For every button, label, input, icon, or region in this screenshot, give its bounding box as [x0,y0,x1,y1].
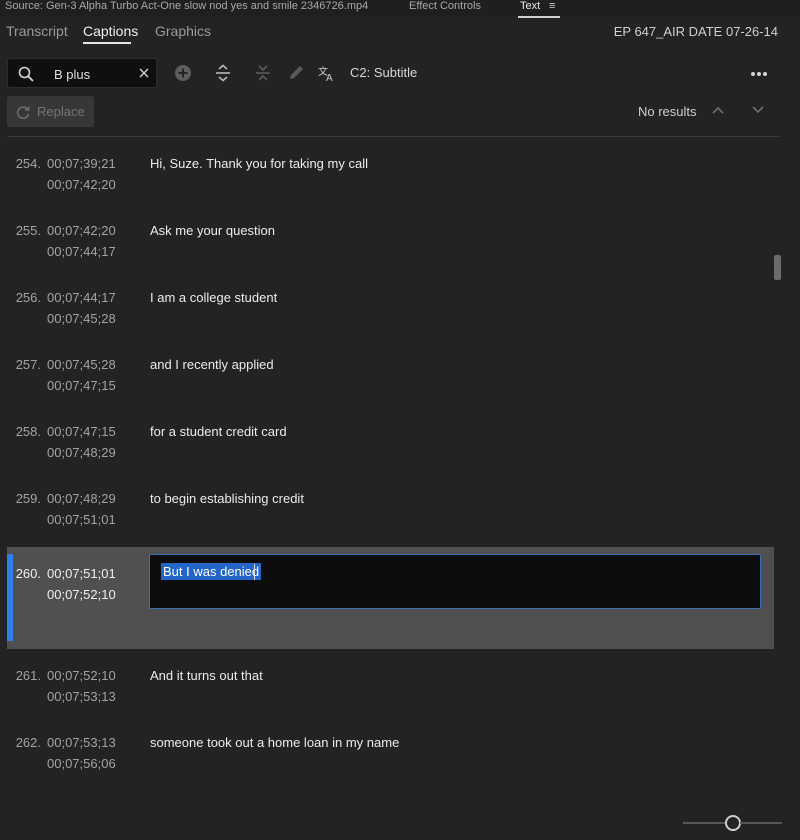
zoom-slider-track[interactable] [683,822,725,824]
panel-footer [0,799,800,840]
caption-number: 254. [15,156,41,171]
caption-text[interactable]: And it turns out that [150,668,263,683]
caption-in-time[interactable]: 00;07;39;21 [47,156,116,171]
caption-text-editor[interactable]: But I was denied [149,554,761,609]
search-icon [18,66,34,82]
caption-out-time[interactable]: 00;07;42;20 [47,177,116,192]
search-results-status: No results [638,104,697,119]
replace-button[interactable]: Replace [7,96,94,127]
active-tab-indicator [83,42,131,44]
caption-row[interactable]: 255. 00;07;42;20 00;07;44;17 Ask me your… [7,204,774,271]
search-box[interactable] [7,58,157,88]
caption-text[interactable]: Ask me your question [150,223,275,238]
svg-text:A: A [326,73,333,82]
caption-text[interactable]: someone took out a home loan in my name [150,735,399,750]
caption-out-time[interactable]: 00;07;44;17 [47,244,116,259]
captions-scrollbar[interactable] [774,137,782,799]
clear-icon[interactable] [138,67,150,79]
caption-number: 262. [15,735,41,750]
caption-out-time[interactable]: 00;07;47;15 [47,378,116,393]
caption-track-label[interactable]: C2: Subtitle [350,65,417,80]
caption-text-selected[interactable]: But I was denied [161,563,262,580]
caption-in-time[interactable]: 00;07;52;10 [47,668,116,683]
caption-number: 259. [15,491,41,506]
merge-captions-icon[interactable] [254,64,272,82]
caption-row[interactable]: 261. 00;07;52;10 00;07;53;13 And it turn… [7,649,774,716]
captions-list: 254. 00;07;39;21 00;07;42;20 Hi, Suze. T… [0,137,780,799]
caption-in-time[interactable]: 00;07;53;13 [47,735,116,750]
caption-out-time[interactable]: 00;07;56;06 [47,756,116,771]
caption-text[interactable]: and I recently applied [150,357,274,372]
caption-out-time[interactable]: 00;07;52;10 [47,587,116,602]
caption-row[interactable]: 258. 00;07;47;15 00;07;48;29 for a stude… [7,405,774,472]
caption-in-time[interactable]: 00;07;47;15 [47,424,116,439]
caption-row[interactable]: 262. 00;07;53;13 00;07;56;06 someone too… [7,716,774,783]
caption-number: 258. [15,424,41,439]
text-caret [254,564,255,580]
caption-row[interactable]: 254. 00;07;39;21 00;07;42;20 Hi, Suze. T… [7,137,774,204]
tab-graphics[interactable]: Graphics [155,23,211,39]
caption-in-time[interactable]: 00;07;44;17 [47,290,116,305]
text-panel-tab[interactable]: Text [520,0,540,13]
caption-in-time[interactable]: 00;07;45;28 [47,357,116,372]
caption-number: 255. [15,223,41,238]
caption-number: 256. [15,290,41,305]
caption-text[interactable]: I am a college student [150,290,277,305]
caption-text[interactable]: to begin establishing credit [150,491,304,506]
caption-out-time[interactable]: 00;07;53;13 [47,689,116,704]
next-result-icon[interactable] [752,106,764,114]
pencil-icon[interactable] [287,64,305,82]
panel-menu-icon[interactable]: ≡ [549,0,555,13]
tab-captions[interactable]: Captions [83,23,138,39]
more-icon[interactable] [750,71,768,77]
add-caption-icon[interactable] [174,64,192,82]
source-monitor-tab[interactable]: Source: Gen-3 Alpha Turbo Act-One slow n… [5,0,368,13]
caption-text[interactable]: for a student credit card [150,424,287,439]
zoom-slider-track[interactable] [740,822,782,824]
caption-out-time[interactable]: 00;07;48;29 [47,445,116,460]
replace-icon [16,106,30,119]
caption-number: 261. [15,668,41,683]
caption-row-selected[interactable]: 260. 00;07;51;01 00;07;52;10 But I was d… [7,547,774,649]
caption-number: 257. [15,357,41,372]
tab-transcript[interactable]: Transcript [6,23,68,39]
text-panel-subtabs: Transcript Captions Graphics EP 647_AIR … [0,18,800,48]
caption-row[interactable]: 256. 00;07;44;17 00;07;45;28 I am a coll… [7,271,774,338]
captions-toolbar: 文 A C2: Subtitle [0,55,800,91]
caption-row[interactable]: 257. 00;07;45;28 00;07;47;15 and I recen… [7,338,774,405]
zoom-slider-handle[interactable] [725,815,741,831]
split-caption-icon[interactable] [214,64,232,82]
caption-row[interactable]: 259. 00;07;48;29 00;07;51;01 to begin es… [7,472,774,539]
sequence-title: EP 647_AIR DATE 07-26-14 [613,24,778,39]
effect-controls-tab[interactable]: Effect Controls [409,0,481,13]
search-input[interactable] [54,65,134,83]
caption-in-time[interactable]: 00;07;48;29 [47,491,116,506]
caption-number: 260. [15,566,41,581]
caption-text[interactable]: Hi, Suze. Thank you for taking my call [150,156,368,171]
caption-out-time[interactable]: 00;07;51;01 [47,512,116,527]
caption-out-time[interactable]: 00;07;45;28 [47,311,116,326]
caption-in-time[interactable]: 00;07;42;20 [47,223,116,238]
scrollbar-thumb[interactable] [774,255,781,280]
caption-in-time[interactable]: 00;07;51;01 [47,566,116,581]
replace-label: Replace [37,104,85,119]
panel-tab-bar: Source: Gen-3 Alpha Turbo Act-One slow n… [0,0,800,16]
translate-icon[interactable]: 文 A [318,64,336,82]
previous-result-icon[interactable] [712,106,724,114]
